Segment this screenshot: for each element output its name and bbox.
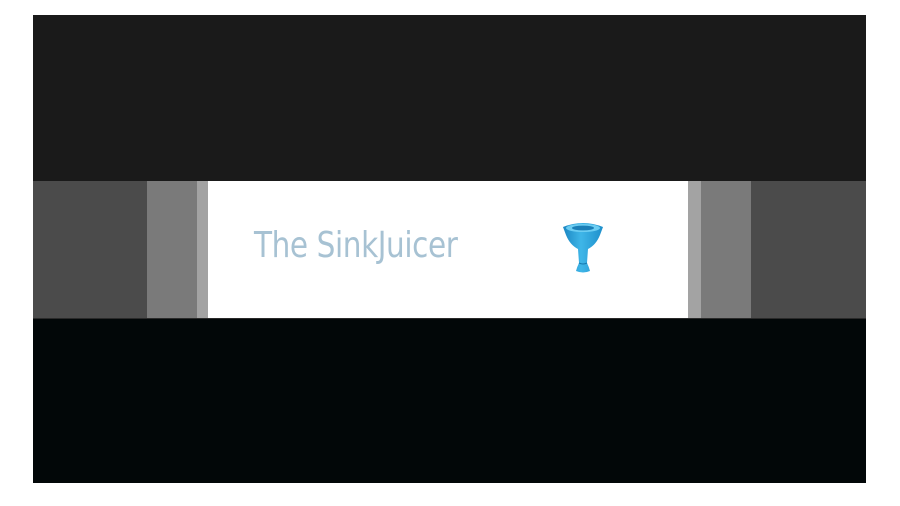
right-light-bar	[688, 181, 701, 318]
funnel-icon	[563, 223, 603, 273]
top-dark-band	[33, 15, 866, 181]
video-frame: The SinkJuicer	[33, 15, 866, 483]
left-light-bar	[197, 181, 208, 318]
brand-title: The SinkJuicer	[254, 225, 458, 266]
right-gray-bar	[701, 181, 751, 318]
title-band: The SinkJuicer	[33, 181, 866, 318]
bottom-dark-band	[33, 318, 866, 483]
title-banner: The SinkJuicer	[208, 181, 688, 318]
left-gray-bar	[147, 181, 197, 318]
